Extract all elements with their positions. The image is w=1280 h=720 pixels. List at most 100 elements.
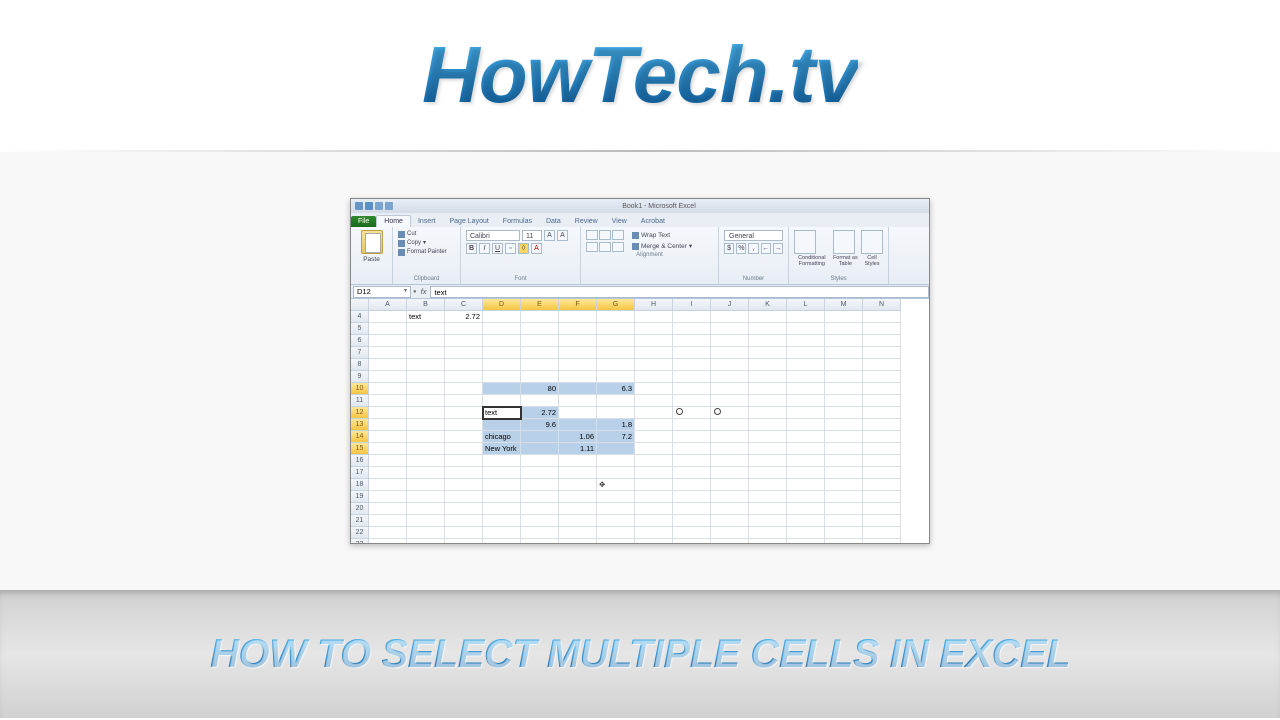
cell-E18[interactable] bbox=[521, 479, 559, 491]
quick-access-toolbar[interactable] bbox=[355, 202, 393, 210]
align-middle-icon[interactable] bbox=[599, 230, 611, 240]
cell-M14[interactable] bbox=[825, 431, 863, 443]
font-color-button[interactable]: A bbox=[531, 243, 542, 254]
font-size-select[interactable]: 11 bbox=[522, 230, 542, 241]
tab-insert[interactable]: Insert bbox=[411, 216, 443, 227]
cell-B12[interactable] bbox=[407, 407, 445, 419]
cell-G23[interactable] bbox=[597, 539, 635, 543]
cell-M18[interactable] bbox=[825, 479, 863, 491]
align-left-icon[interactable] bbox=[586, 242, 598, 252]
cell-C20[interactable] bbox=[445, 503, 483, 515]
cell-B5[interactable] bbox=[407, 323, 445, 335]
cell-G20[interactable] bbox=[597, 503, 635, 515]
circle-shape[interactable] bbox=[714, 408, 721, 415]
cell-H11[interactable] bbox=[635, 395, 673, 407]
col-header-H[interactable]: H bbox=[635, 299, 673, 311]
row-header-20[interactable]: 20 bbox=[351, 503, 369, 515]
cell-D16[interactable] bbox=[483, 455, 521, 467]
cell-A17[interactable] bbox=[369, 467, 407, 479]
cell-E9[interactable] bbox=[521, 371, 559, 383]
cell-A10[interactable] bbox=[369, 383, 407, 395]
cell-J22[interactable] bbox=[711, 527, 749, 539]
row-header-18[interactable]: 18 bbox=[351, 479, 369, 491]
cell-D9[interactable] bbox=[483, 371, 521, 383]
cell-M12[interactable] bbox=[825, 407, 863, 419]
cell-C22[interactable] bbox=[445, 527, 483, 539]
cell-E22[interactable] bbox=[521, 527, 559, 539]
cell-F7[interactable] bbox=[559, 347, 597, 359]
col-header-A[interactable]: A bbox=[369, 299, 407, 311]
cell-N9[interactable] bbox=[863, 371, 901, 383]
cell-C8[interactable] bbox=[445, 359, 483, 371]
cell-B4[interactable]: text bbox=[407, 311, 445, 323]
cell-L10[interactable] bbox=[787, 383, 825, 395]
cell-F15[interactable]: 1.11 bbox=[559, 443, 597, 455]
cell-H16[interactable] bbox=[635, 455, 673, 467]
cell-J12[interactable] bbox=[711, 407, 749, 419]
cell-B20[interactable] bbox=[407, 503, 445, 515]
shrink-font-icon[interactable]: A bbox=[557, 230, 568, 241]
cell-F12[interactable] bbox=[559, 407, 597, 419]
cell-B6[interactable] bbox=[407, 335, 445, 347]
circle-shape[interactable] bbox=[676, 408, 683, 415]
cell-E8[interactable] bbox=[521, 359, 559, 371]
cell-F20[interactable] bbox=[559, 503, 597, 515]
cell-B7[interactable] bbox=[407, 347, 445, 359]
row-header-13[interactable]: 13 bbox=[351, 419, 369, 431]
cell-M17[interactable] bbox=[825, 467, 863, 479]
cell-G7[interactable] bbox=[597, 347, 635, 359]
align-right-icon[interactable] bbox=[612, 242, 624, 252]
cell-D6[interactable] bbox=[483, 335, 521, 347]
border-button[interactable]: ▫ bbox=[505, 243, 516, 254]
cell-C6[interactable] bbox=[445, 335, 483, 347]
row-header-7[interactable]: 7 bbox=[351, 347, 369, 359]
cell-G21[interactable] bbox=[597, 515, 635, 527]
cell-C9[interactable] bbox=[445, 371, 483, 383]
cell-L6[interactable] bbox=[787, 335, 825, 347]
cell-B16[interactable] bbox=[407, 455, 445, 467]
cell-L12[interactable] bbox=[787, 407, 825, 419]
number-format-select[interactable]: General bbox=[724, 230, 783, 241]
row-header-5[interactable]: 5 bbox=[351, 323, 369, 335]
cell-L22[interactable] bbox=[787, 527, 825, 539]
cell-I13[interactable] bbox=[673, 419, 711, 431]
cell-L5[interactable] bbox=[787, 323, 825, 335]
cell-L14[interactable] bbox=[787, 431, 825, 443]
cell-J15[interactable] bbox=[711, 443, 749, 455]
tab-file[interactable]: File bbox=[351, 216, 376, 227]
cell-C10[interactable] bbox=[445, 383, 483, 395]
cell-G9[interactable] bbox=[597, 371, 635, 383]
grow-font-icon[interactable]: A bbox=[544, 230, 555, 241]
cell-D18[interactable] bbox=[483, 479, 521, 491]
font-name-select[interactable]: Calibri bbox=[466, 230, 520, 241]
row-header-14[interactable]: 14 bbox=[351, 431, 369, 443]
cell-L17[interactable] bbox=[787, 467, 825, 479]
cell-C19[interactable] bbox=[445, 491, 483, 503]
cell-K18[interactable] bbox=[749, 479, 787, 491]
merge-center-button[interactable]: Merge & Center ▾ bbox=[632, 241, 692, 252]
cell-D14[interactable]: chicago bbox=[483, 431, 521, 443]
cell-M15[interactable] bbox=[825, 443, 863, 455]
cell-N6[interactable] bbox=[863, 335, 901, 347]
cell-J4[interactable] bbox=[711, 311, 749, 323]
cell-G8[interactable] bbox=[597, 359, 635, 371]
cell-K17[interactable] bbox=[749, 467, 787, 479]
row-header-23[interactable]: 23 bbox=[351, 539, 369, 543]
cell-K14[interactable] bbox=[749, 431, 787, 443]
cell-C4[interactable]: 2.72 bbox=[445, 311, 483, 323]
cell-A16[interactable] bbox=[369, 455, 407, 467]
col-header-K[interactable]: K bbox=[749, 299, 787, 311]
row-header-11[interactable]: 11 bbox=[351, 395, 369, 407]
cell-C5[interactable] bbox=[445, 323, 483, 335]
cell-K7[interactable] bbox=[749, 347, 787, 359]
cell-C17[interactable] bbox=[445, 467, 483, 479]
cell-H13[interactable] bbox=[635, 419, 673, 431]
cell-B18[interactable] bbox=[407, 479, 445, 491]
cell-J20[interactable] bbox=[711, 503, 749, 515]
tab-view[interactable]: View bbox=[605, 216, 634, 227]
cell-I10[interactable] bbox=[673, 383, 711, 395]
cell-B11[interactable] bbox=[407, 395, 445, 407]
cell-M22[interactable] bbox=[825, 527, 863, 539]
cell-C13[interactable] bbox=[445, 419, 483, 431]
cell-C16[interactable] bbox=[445, 455, 483, 467]
